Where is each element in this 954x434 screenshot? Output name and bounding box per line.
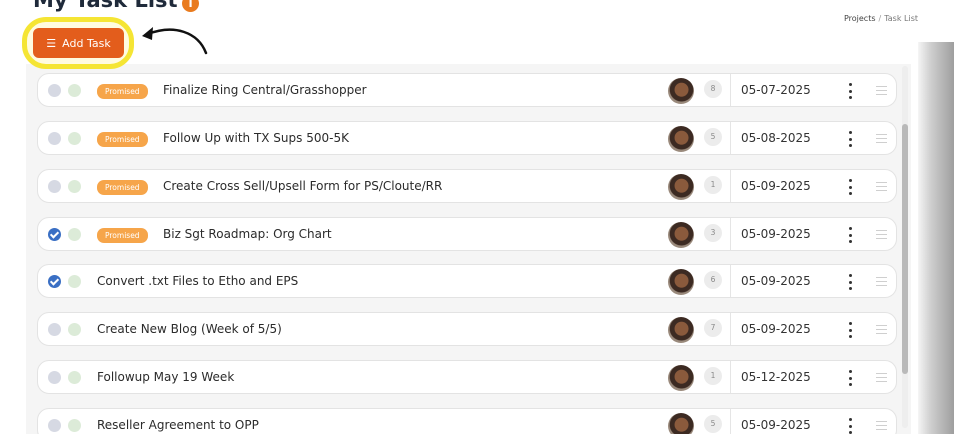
comment-count-badge: 1 [704, 367, 722, 385]
panel-shadow [918, 42, 954, 434]
kebab-icon[interactable] [843, 370, 857, 386]
drag-handle-icon[interactable] [876, 230, 887, 239]
task-title[interactable]: Convert .txt Files to Etho and EPS [97, 274, 298, 288]
drag-handle-icon[interactable] [876, 421, 887, 430]
scrollbar-thumb[interactable] [902, 124, 908, 374]
breadcrumb-projects[interactable]: Projects [844, 14, 876, 23]
task-checkbox[interactable] [48, 275, 61, 288]
due-date: 05-09-2025 [741, 418, 811, 432]
row-divider [730, 170, 731, 202]
drag-handle-icon[interactable] [876, 277, 887, 286]
task-checkbox[interactable] [48, 228, 61, 241]
due-date: 05-09-2025 [741, 322, 811, 336]
pointer-arrow-icon [142, 27, 208, 55]
kebab-icon[interactable] [843, 322, 857, 338]
kebab-icon[interactable] [843, 179, 857, 195]
assignee-avatar[interactable] [668, 78, 694, 104]
assignee-avatar[interactable] [668, 269, 694, 295]
breadcrumb: Projects / Task List [844, 14, 918, 23]
assignee-avatar[interactable] [668, 222, 694, 248]
status-badge: Promised [97, 228, 148, 243]
kebab-icon[interactable] [843, 83, 857, 99]
comment-count-badge: 1 [704, 176, 722, 194]
comment-count-badge: 5 [704, 415, 722, 433]
row-divider [730, 361, 731, 393]
task-checkbox[interactable] [48, 323, 61, 336]
task-row[interactable]: Promised Follow Up with TX Sups 500-5K 5 05… [37, 121, 897, 155]
add-task-button[interactable]: ☰ Add Task [33, 28, 124, 58]
task-status-dot[interactable] [68, 275, 81, 288]
page-title: My Task List [33, 0, 178, 12]
drag-handle-icon[interactable] [876, 86, 887, 95]
task-status-dot[interactable] [68, 323, 81, 336]
row-divider [730, 265, 731, 297]
comment-count-badge: 3 [704, 224, 722, 242]
status-badge: Promised [97, 180, 148, 195]
row-divider [730, 122, 731, 154]
due-date: 05-09-2025 [741, 179, 811, 193]
row-divider [730, 409, 731, 434]
task-row[interactable]: Reseller Agreement to OPP 5 05-09-2025 [37, 408, 897, 434]
status-badge: Promised [97, 84, 148, 99]
kebab-icon[interactable] [843, 227, 857, 243]
row-divider [730, 74, 731, 106]
task-row[interactable]: Promised Biz Sgt Roadmap: Org Chart 3 05-09… [37, 217, 897, 251]
task-status-dot[interactable] [68, 132, 81, 145]
task-status-dot[interactable] [68, 371, 81, 384]
task-status-dot[interactable] [68, 180, 81, 193]
assignee-avatar[interactable] [668, 126, 694, 152]
task-status-dot[interactable] [68, 228, 81, 241]
task-checkbox[interactable] [48, 419, 61, 432]
task-title[interactable]: Followup May 19 Week [97, 370, 234, 384]
due-date: 05-08-2025 [741, 131, 811, 145]
task-title[interactable]: Create Cross Sell/Upsell Form for PS/Clo… [163, 179, 442, 193]
due-date: 05-12-2025 [741, 370, 811, 384]
drag-handle-icon[interactable] [876, 373, 887, 382]
task-title[interactable]: Follow Up with TX Sups 500-5K [163, 131, 349, 145]
assignee-avatar[interactable] [668, 174, 694, 200]
comment-count-badge: 8 [704, 80, 722, 98]
status-badge: Promised [97, 132, 148, 147]
breadcrumb-separator: / [878, 14, 882, 23]
drag-handle-icon[interactable] [876, 134, 887, 143]
task-title[interactable]: Create New Blog (Week of 5/5) [97, 322, 282, 336]
task-checkbox[interactable] [48, 180, 61, 193]
task-row[interactable]: Convert .txt Files to Etho and EPS 6 05-09… [37, 264, 897, 298]
task-title[interactable]: Reseller Agreement to OPP [97, 418, 259, 432]
task-row[interactable]: Create New Blog (Week of 5/5) 7 05-09-2025 [37, 312, 897, 346]
drag-handle-icon[interactable] [876, 182, 887, 191]
kebab-icon[interactable] [843, 131, 857, 147]
breadcrumb-task-list: Task List [884, 14, 918, 23]
task-title[interactable]: Biz Sgt Roadmap: Org Chart [163, 227, 332, 241]
list-icon: ☰ [46, 36, 57, 50]
drag-handle-icon[interactable] [876, 325, 887, 334]
add-task-label: Add Task [62, 36, 111, 50]
due-date: 05-09-2025 [741, 274, 811, 288]
assignee-avatar[interactable] [668, 365, 694, 391]
task-checkbox[interactable] [48, 132, 61, 145]
row-divider [730, 313, 731, 345]
kebab-icon[interactable] [843, 418, 857, 434]
row-divider [730, 218, 731, 250]
task-status-dot[interactable] [68, 84, 81, 97]
task-checkbox[interactable] [48, 84, 61, 97]
task-row[interactable]: Followup May 19 Week 1 05-12-2025 [37, 360, 897, 394]
task-checkbox[interactable] [48, 371, 61, 384]
task-status-dot[interactable] [68, 419, 81, 432]
task-row[interactable]: Promised Create Cross Sell/Upsell Form fo… [37, 169, 897, 203]
comment-count-badge: 5 [704, 128, 722, 146]
assignee-avatar[interactable] [668, 317, 694, 343]
assignee-avatar[interactable] [668, 413, 694, 434]
comment-count-badge: 6 [704, 271, 722, 289]
due-date: 05-09-2025 [741, 227, 811, 241]
task-title[interactable]: Finalize Ring Central/Grasshopper [163, 83, 367, 97]
kebab-icon[interactable] [843, 274, 857, 290]
due-date: 05-07-2025 [741, 83, 811, 97]
comment-count-badge: 7 [704, 319, 722, 337]
task-row[interactable]: Promised Finalize Ring Central/Grasshoppe… [37, 73, 897, 107]
